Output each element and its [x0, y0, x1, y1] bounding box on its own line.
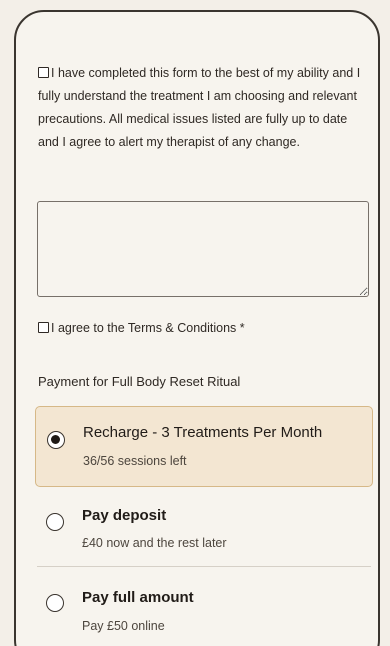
- payment-label: Payment for Full Body Reset Ritual: [38, 374, 241, 389]
- terms-checkbox[interactable]: [38, 322, 49, 333]
- terms-block: I agree to the Terms & Conditions *: [38, 321, 245, 335]
- booking-form-page: I have completed this form to the best o…: [0, 0, 390, 646]
- payment-option-title: Pay deposit: [82, 507, 167, 524]
- payment-option-subtitle: Pay £50 online: [82, 619, 165, 633]
- consent-block: I have completed this form to the best o…: [38, 62, 368, 154]
- payment-option-subtitle: £40 now and the rest later: [82, 536, 227, 550]
- consent-checkbox[interactable]: [38, 67, 49, 78]
- payment-option-title: Recharge - 3 Treatments Per Month: [83, 424, 323, 441]
- option-divider: [37, 566, 371, 567]
- notes-field[interactable]: [37, 201, 369, 297]
- payment-option-subtitle: 36/56 sessions left: [83, 454, 187, 468]
- radio-dot: [51, 435, 60, 444]
- radio-selected-icon[interactable]: [47, 431, 65, 449]
- payment-option-recharge[interactable]: Recharge - 3 Treatments Per Month 36/56 …: [35, 406, 373, 487]
- radio-unselected-icon[interactable]: [46, 594, 64, 612]
- payment-option-deposit[interactable]: Pay deposit £40 now and the rest later: [35, 498, 373, 564]
- radio-unselected-icon[interactable]: [46, 513, 64, 531]
- terms-text: I agree to the Terms & Conditions *: [51, 321, 245, 335]
- consent-text: I have completed this form to the best o…: [38, 66, 361, 149]
- payment-option-title: Pay full amount: [82, 589, 194, 606]
- payment-option-full[interactable]: Pay full amount Pay £50 online: [35, 579, 373, 646]
